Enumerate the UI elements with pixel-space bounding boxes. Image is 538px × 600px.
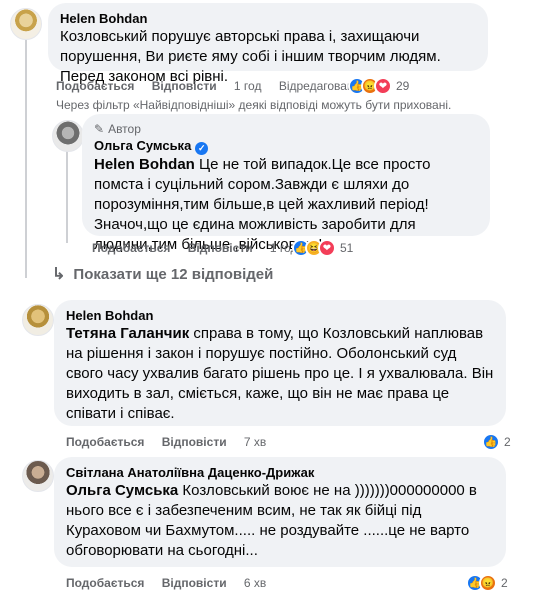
comment-time[interactable]: 7 хв [244,435,266,449]
reply-button[interactable]: Відповісти [152,79,217,93]
author-badge-label: Автор [108,122,141,136]
thread-line [66,148,68,243]
comment-actions: Подобається Відповісти 7 хв [66,434,280,450]
reaction-count: 29 [396,79,410,93]
mention-link[interactable]: Ольга Сумська [66,482,178,499]
comment-bubble: ✎ Автор Ольга Сумська ✓ Helen Bohdan Це н… [82,114,490,253]
avatar[interactable] [52,120,84,152]
reaction-count: 2 [501,576,508,590]
comment-author[interactable]: Helen Bohdan [66,308,494,324]
reply-button[interactable]: Відповісти [162,435,227,449]
reply-button[interactable]: Відповісти [188,241,253,255]
comment-bubble: Світлана Анатоліївна Даценко-Дрижак Ольг… [54,457,506,567]
pencil-icon: ✎ [94,122,105,136]
reaction-count: 2 [504,435,511,449]
like-button[interactable]: Подобається [56,79,134,93]
like-button[interactable]: Подобається [66,576,144,590]
comment-author[interactable]: Світлана Анатоліївна Даценко-Дрижак [66,465,494,481]
reaction-count: 51 [340,241,354,255]
avatar[interactable] [22,304,54,336]
avatar[interactable] [10,8,42,40]
comment-author[interactable]: Helen Bohdan [60,11,476,27]
thread-line [25,40,27,278]
reaction-summary[interactable]: 👍 😠 ❤ 29 [348,76,409,96]
like-button[interactable]: Подобається [92,241,170,255]
comment-bubble: Helen Bohdan Козловський порушує авторсь… [48,3,488,85]
avatar[interactable] [22,460,54,492]
comment-time[interactable]: 1 год [234,79,262,93]
reaction-summary[interactable]: 👍 😆 ❤ 51 [292,238,353,258]
reaction-summary[interactable]: 👍 2 [482,432,511,452]
comment-actions: Подобається Відповісти 1 год [92,240,311,256]
like-reaction-icon: 👍 [482,433,500,451]
filter-note: Через фільтр «Найвідповідніші» деякі від… [56,98,452,112]
mention-link[interactable]: Тетяна Галанчик [66,325,189,342]
comment-author[interactable]: Ольга Сумська ✓ [94,138,478,155]
comment-actions: Подобається Відповісти 1 год Відредагова… [56,78,374,94]
comment-author-name[interactable]: Ольга Сумська [94,138,191,153]
comment-text: Тетяна Галанчик справа в тому, що Козлов… [66,324,494,424]
like-button[interactable]: Подобається [66,435,144,449]
comment-actions: Подобається Відповісти 6 хв [66,575,280,591]
reply-button[interactable]: Відповісти [162,576,227,590]
reply-arrow-icon: ↳ [52,266,66,283]
show-more-replies-label: Показати ще 12 відповідей [73,265,274,283]
reaction-summary[interactable]: 👍 😠 2 [466,573,508,593]
verified-badge-icon: ✓ [195,141,209,155]
love-reaction-icon: ❤ [318,239,336,257]
comment-time[interactable]: 6 хв [244,576,266,590]
author-badge: ✎ Автор [94,122,478,136]
love-reaction-icon: ❤ [374,77,392,95]
comment-text: Ольга Сумська Козловський воює не на )))… [66,481,494,561]
comment-bubble: Helen Bohdan Тетяна Галанчик справа в то… [54,300,506,426]
mention-link[interactable]: Helen Bohdan [94,156,195,173]
show-more-replies-button[interactable]: ↳ Показати ще 12 відповідей [52,264,273,284]
angry-reaction-icon: 😠 [479,574,497,592]
